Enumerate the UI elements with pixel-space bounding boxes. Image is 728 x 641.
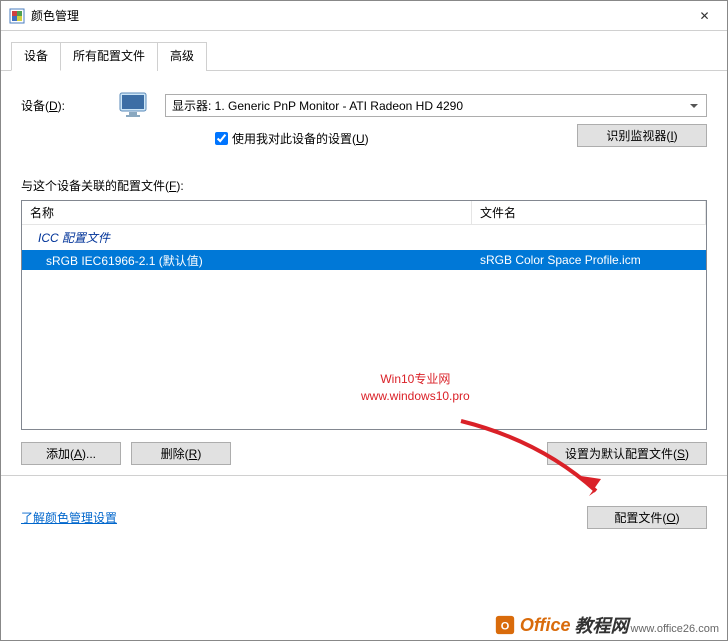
tab-device[interactable]: 设备 bbox=[11, 42, 61, 71]
bottom-buttons: 添加(A)... 删除(R) 设置为默认配置文件(S) bbox=[21, 442, 707, 465]
profiles-button[interactable]: 配置文件(O) bbox=[587, 506, 707, 529]
use-settings-label: 使用我对此设备的设置(U) bbox=[232, 130, 369, 147]
svg-text:O: O bbox=[501, 621, 510, 633]
tab-advanced[interactable]: 高级 bbox=[157, 42, 207, 71]
list-group-icc: ICC 配置文件 bbox=[22, 225, 706, 250]
footer-watermark: O Office教程网 www.office26.com bbox=[494, 612, 719, 638]
identify-monitor-button[interactable]: 识别监视器(I) bbox=[577, 124, 707, 147]
divider bbox=[1, 475, 727, 476]
list-cell-file: sRGB Color Space Profile.icm bbox=[472, 253, 706, 267]
monitor-icon bbox=[117, 89, 149, 121]
close-icon: ✕ bbox=[699, 9, 709, 23]
profiles-list[interactable]: 名称 文件名 ICC 配置文件 sRGB IEC61966-2.1 (默认值) … bbox=[21, 200, 707, 430]
content-panel: 设备(D): 显示器: 1. Generic PnP Monitor - ATI… bbox=[1, 71, 727, 539]
app-icon bbox=[9, 8, 25, 24]
learn-link[interactable]: 了解颜色管理设置 bbox=[21, 509, 117, 526]
add-button[interactable]: 添加(A)... bbox=[21, 442, 121, 465]
titlebar: 颜色管理 ✕ bbox=[1, 1, 727, 31]
list-header-file[interactable]: 文件名 bbox=[472, 201, 706, 224]
device-select-value: 显示器: 1. Generic PnP Monitor - ATI Radeon… bbox=[172, 97, 463, 114]
use-settings-checkbox[interactable] bbox=[215, 132, 228, 145]
office-icon: O bbox=[494, 614, 516, 636]
tab-bar: 设备 所有配置文件 高级 bbox=[1, 31, 727, 71]
tab-all-profiles[interactable]: 所有配置文件 bbox=[60, 42, 158, 71]
remove-button[interactable]: 删除(R) bbox=[131, 442, 231, 465]
list-header-name[interactable]: 名称 bbox=[22, 201, 472, 224]
list-header: 名称 文件名 bbox=[22, 201, 706, 225]
device-row: 设备(D): 显示器: 1. Generic PnP Monitor - ATI… bbox=[21, 89, 707, 121]
set-default-button[interactable]: 设置为默认配置文件(S) bbox=[547, 442, 707, 465]
close-button[interactable]: ✕ bbox=[682, 2, 727, 30]
window-title: 颜色管理 bbox=[31, 7, 682, 24]
device-select[interactable]: 显示器: 1. Generic PnP Monitor - ATI Radeon… bbox=[165, 94, 707, 117]
list-cell-name: sRGB IEC61966-2.1 (默认值) bbox=[22, 252, 472, 269]
list-row-srgb[interactable]: sRGB IEC61966-2.1 (默认值) sRGB Color Space… bbox=[22, 250, 706, 270]
device-label: 设备(D): bbox=[21, 97, 65, 114]
link-row: 了解颜色管理设置 配置文件(O) bbox=[21, 506, 707, 529]
associated-profiles-label: 与这个设备关联的配置文件(F): bbox=[21, 177, 707, 194]
